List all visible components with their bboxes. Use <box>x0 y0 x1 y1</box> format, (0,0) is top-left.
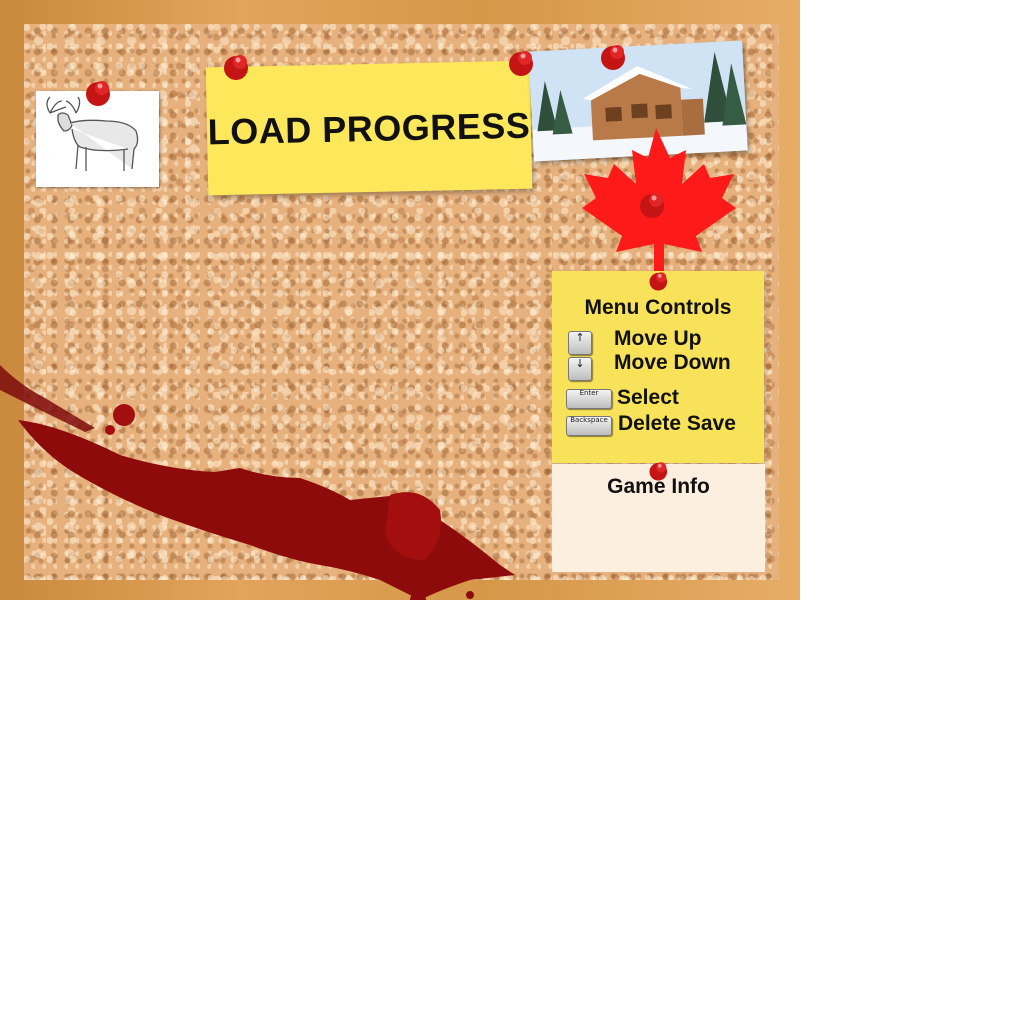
page-title: LOAD PROGRESS <box>207 104 531 153</box>
pushpin-icon <box>649 272 668 291</box>
corkboard-frame: LOAD PROGRESS Menu Controls ↑ Move Up ↓ … <box>0 0 800 600</box>
delete-save-label: Delete Save <box>618 412 736 435</box>
select-label: Select <box>617 386 679 409</box>
enter-key-icon: Enter <box>566 389 612 409</box>
menu-controls-heading: Menu Controls <box>584 296 732 319</box>
menu-controls-panel: Menu Controls ↑ Move Up ↓ Move Down Ente… <box>552 271 764 463</box>
pushpin-icon <box>86 81 110 106</box>
arrow-up-key-icon: ↑ <box>568 331 592 355</box>
backspace-key-icon: Backspace <box>566 416 612 436</box>
arrow-down-key-icon: ↓ <box>568 357 592 381</box>
move-up-label: Move Up <box>614 327 702 350</box>
pushpin-icon <box>601 45 625 70</box>
move-down-label: Move Down <box>614 351 731 374</box>
pushpin-icon <box>224 55 248 80</box>
pushpin-icon <box>649 462 668 481</box>
title-sticky-note: LOAD PROGRESS <box>205 60 533 196</box>
pushpin-icon <box>509 51 533 76</box>
pushpin-icon <box>640 193 664 218</box>
